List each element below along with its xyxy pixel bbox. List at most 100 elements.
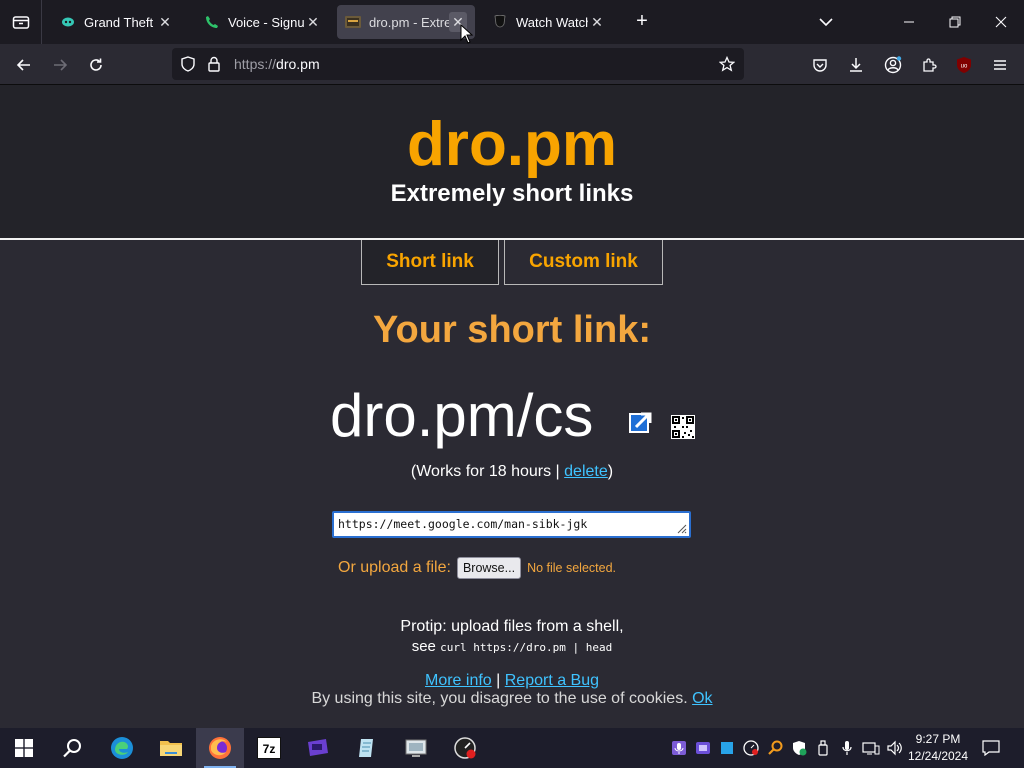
tray-search-orange-icon	[768, 740, 783, 755]
address-bar[interactable]: https://dro.pm	[172, 48, 744, 80]
tray-security[interactable]	[790, 739, 808, 757]
reload-icon	[90, 58, 102, 71]
tray-volume[interactable]	[886, 739, 904, 757]
protip-see: see	[411, 638, 436, 655]
tray-app-3[interactable]	[718, 739, 736, 757]
downloads-button[interactable]	[843, 52, 869, 78]
app-taskbar-button-1[interactable]	[294, 728, 342, 768]
tab-short-link[interactable]: Short link	[361, 240, 499, 285]
forward-button[interactable]	[47, 52, 73, 78]
page-content: dro.pm Extremely short links Short link …	[0, 85, 1024, 728]
discord-like-icon	[60, 14, 76, 30]
chevron-down-icon	[819, 18, 833, 27]
tray-app-5[interactable]	[766, 739, 784, 757]
ublock-icon: uo	[957, 57, 971, 73]
app-taskbar-button-2[interactable]	[343, 728, 391, 768]
tray-network[interactable]	[862, 739, 880, 757]
resize-grip-icon[interactable]	[675, 522, 687, 534]
speedometer-app-icon	[454, 737, 476, 759]
back-button[interactable]	[11, 52, 37, 78]
tray-microphone[interactable]	[838, 739, 856, 757]
notification-icon	[982, 740, 1000, 756]
reload-button[interactable]	[83, 52, 109, 78]
windows-logo-icon	[15, 739, 33, 757]
tab-close-icon[interactable]: ✕	[588, 14, 606, 31]
app-taskbar-button-3[interactable]	[392, 728, 440, 768]
tray-mic-app[interactable]	[670, 739, 688, 757]
7zip-icon: 7z	[257, 737, 281, 759]
tab-custom-link[interactable]: Custom link	[504, 240, 663, 285]
tab-list-button[interactable]	[816, 12, 836, 32]
tab-overview-button[interactable]	[0, 0, 42, 44]
folder-icon	[160, 741, 182, 756]
extensions-button[interactable]	[916, 52, 942, 78]
expiry-suffix: )	[607, 463, 614, 480]
tray-usb[interactable]	[814, 739, 832, 757]
phone-icon	[204, 14, 220, 30]
url-host: dro.pm	[276, 56, 320, 72]
7zip-taskbar-button[interactable]: 7z	[245, 728, 293, 768]
tab-close-icon[interactable]: ✕	[304, 14, 322, 31]
qr-code-icon[interactable]	[671, 415, 695, 439]
lock-icon	[208, 56, 220, 72]
firefox-taskbar-button[interactable]	[196, 728, 244, 768]
tab-dropm[interactable]: dro.pm - Extre ✕	[337, 5, 475, 39]
start-button[interactable]	[0, 728, 48, 768]
tray-square-icon	[721, 742, 733, 754]
minimize-button[interactable]	[886, 0, 932, 44]
short-link-row: dro.pm/cs	[0, 381, 1024, 451]
upload-label: Or upload a file:	[338, 559, 451, 576]
ublock-button[interactable]: uo	[951, 52, 977, 78]
tab-close-icon[interactable]: ✕	[156, 14, 174, 31]
tab-bar: Grand Theft Aut ✕ Voice - Signup ✕ dro.p…	[0, 0, 1024, 44]
list-all-tabs-icon	[12, 16, 29, 29]
more-info-link[interactable]: More info	[425, 672, 492, 689]
site-header: dro.pm Extremely short links	[0, 85, 1024, 240]
url-input[interactable]: https://meet.google.com/man-sibk-jgk	[332, 511, 691, 538]
footer-links: More info | Report a Bug	[0, 672, 1024, 690]
search-button[interactable]	[48, 728, 96, 768]
tray-app-4[interactable]	[742, 739, 760, 757]
back-arrow-icon	[16, 59, 30, 71]
mask-icon	[492, 14, 508, 30]
tray-app-2[interactable]	[694, 739, 712, 757]
file-explorer-taskbar-button[interactable]	[147, 728, 195, 768]
cookie-text: By using this site, you disagree to the …	[311, 690, 693, 707]
upload-row: Or upload a file: Browse... No file sele…	[338, 556, 616, 580]
site-logo[interactable]: dro.pm	[0, 109, 1024, 180]
url-text[interactable]: https://dro.pm	[234, 56, 320, 72]
mouse-cursor-icon	[460, 24, 474, 44]
report-bug-link[interactable]: Report a Bug	[505, 672, 599, 689]
pocket-button[interactable]	[807, 52, 833, 78]
svg-text:7z: 7z	[263, 742, 276, 756]
account-button[interactable]	[880, 52, 906, 78]
tab-voice[interactable]: Voice - Signup ✕	[196, 5, 330, 39]
browse-button[interactable]: Browse...	[456, 557, 522, 579]
new-tab-button[interactable]: +	[630, 10, 654, 34]
account-icon	[884, 56, 902, 74]
windows-taskbar: 7z 9:27 PM 12/24/2024	[0, 728, 1024, 768]
notifications-button[interactable]	[982, 739, 1000, 757]
tab-watch[interactable]: Watch Watch Fa ✕	[484, 5, 614, 39]
app-taskbar-button-4[interactable]	[441, 728, 489, 768]
menu-button[interactable]	[987, 52, 1013, 78]
restore-button[interactable]	[932, 0, 978, 44]
taskbar-clock[interactable]: 9:27 PM 12/24/2024	[904, 731, 972, 765]
open-external-icon[interactable]	[628, 409, 654, 435]
bookmark-star-icon[interactable]	[719, 56, 735, 72]
short-link-text[interactable]: dro.pm/cs	[330, 381, 593, 450]
puzzle-icon	[923, 58, 937, 72]
cookie-ok-link[interactable]: Ok	[692, 690, 712, 707]
minimize-icon	[904, 21, 914, 23]
close-window-button[interactable]	[978, 0, 1024, 44]
shield-icon	[181, 56, 195, 72]
cookie-notice: By using this site, you disagree to the …	[0, 690, 1024, 708]
navigation-toolbar: https://dro.pm uo	[0, 44, 1024, 85]
tab-gta[interactable]: Grand Theft Aut ✕	[52, 5, 182, 39]
protip-command: curl https://dro.pm | head	[440, 641, 613, 654]
edge-taskbar-button[interactable]	[98, 728, 146, 768]
delete-link[interactable]: delete	[564, 463, 608, 480]
result-heading: Your short link:	[373, 309, 651, 351]
site-tagline: Extremely short links	[390, 180, 634, 207]
expiry-note: (Works for 18 hours | delete)	[0, 463, 1024, 481]
